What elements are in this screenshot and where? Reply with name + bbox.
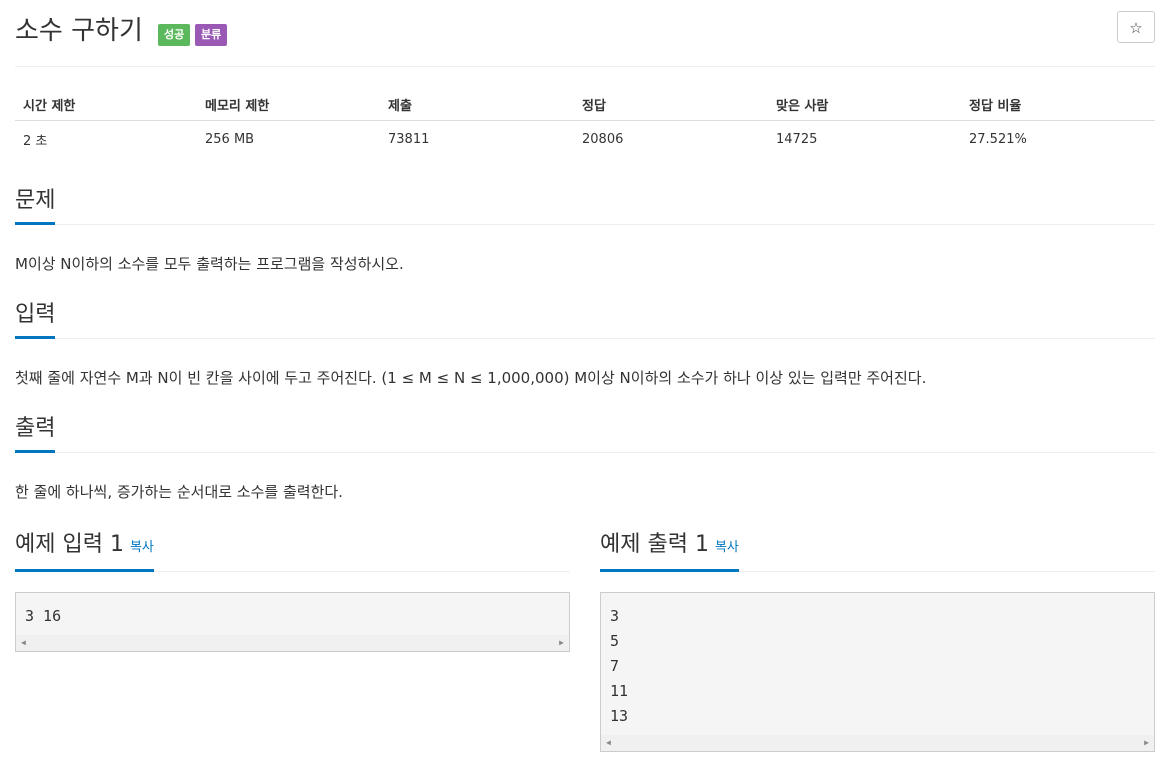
favorite-star-button[interactable]: ☆	[1117, 11, 1155, 43]
sample-input-title: 예제 입력 1	[15, 532, 124, 557]
output-description-text: 한 줄에 하나씩, 증가하는 순서대로 소수를 출력한다.	[15, 483, 343, 501]
sample-output-lines: 3 5 7 11 13	[601, 593, 1154, 729]
info-header-accepted: 정답	[574, 88, 768, 121]
sample-input-line: 3 16	[25, 607, 62, 625]
info-value-accepted: 20806	[582, 131, 624, 147]
info-header-accept-ratio: 정답 비율	[961, 88, 1155, 121]
problem-description-text: M이상 N이하의 소수를 모두 출력하는 프로그램을 작성하시오.	[15, 255, 404, 273]
sample-output-title: 예제 출력 1	[600, 532, 709, 557]
info-value-submissions: 73811	[388, 131, 430, 147]
problem-description-header: 문제	[15, 186, 1155, 225]
output-description-heading: 출력	[15, 414, 56, 453]
star-icon: ☆	[1129, 19, 1143, 37]
info-header-submissions: 제출	[380, 88, 574, 121]
info-value-time-limit: 2 초	[23, 133, 48, 149]
classification-badge[interactable]: 분류	[195, 24, 228, 46]
title-row: 소수 구하기 성공 분류 ☆	[15, 0, 1155, 67]
sample-input-header: 예제 입력 1 복사	[15, 530, 570, 572]
info-value-solved-users: 14725	[776, 131, 818, 147]
input-description-heading: 입력	[15, 300, 56, 339]
problem-info-table: 시간 제한 메모리 제한 제출 정답 맞은 사람 정답 비율 2 초 256 M…	[15, 88, 1155, 157]
info-value-memory-limit: 256 MB	[205, 131, 255, 147]
scroll-right-arrow-icon[interactable]: ▶	[559, 638, 564, 647]
success-badge[interactable]: 성공	[158, 24, 191, 46]
info-value-row: 2 초 256 MB 73811 20806 14725 27.521%	[15, 121, 1155, 158]
sample-output-line: 3	[610, 607, 620, 625]
input-description-text: 첫째 줄에 자연수 M과 N이 빈 칸을 사이에 두고 주어진다. (1 ≤ M…	[15, 369, 927, 387]
problem-page: 소수 구하기 성공 분류 ☆ 시간 제한 메모리 제한 제출 정답 맞은 사람 …	[15, 0, 1155, 752]
problem-title: 소수 구하기	[15, 16, 143, 46]
info-header-time-limit: 시간 제한	[15, 88, 197, 121]
sample-output-line: 13	[610, 707, 629, 725]
info-value-accept-ratio: 27.521%	[969, 131, 1027, 147]
scroll-right-arrow-icon[interactable]: ▶	[1144, 738, 1149, 747]
sample-output-line: 5	[610, 632, 620, 650]
sample-input-heading: 예제 입력 1 복사	[15, 530, 154, 572]
sample-output-copy-button[interactable]: 복사	[715, 540, 739, 555]
sample-input-lines: 3 16	[16, 593, 569, 629]
scroll-left-arrow-icon[interactable]: ◀	[21, 638, 26, 647]
scroll-left-arrow-icon[interactable]: ◀	[606, 738, 611, 747]
sample-input-box[interactable]: 3 16 ◀ ▶	[15, 592, 570, 652]
sample-output-scrollbar[interactable]: ◀ ▶	[601, 735, 1154, 751]
input-description-header: 입력	[15, 300, 1155, 339]
sample-output-heading: 예제 출력 1 복사	[600, 530, 739, 572]
output-description-header: 출력	[15, 414, 1155, 453]
sample-output-line: 7	[610, 657, 620, 675]
sample-output-header: 예제 출력 1 복사	[600, 530, 1155, 572]
problem-description-heading: 문제	[15, 186, 56, 225]
sample-input-copy-button[interactable]: 복사	[130, 540, 154, 555]
info-header-solved-users: 맞은 사람	[768, 88, 961, 121]
info-header-memory-limit: 메모리 제한	[197, 88, 380, 121]
info-header-row: 시간 제한 메모리 제한 제출 정답 맞은 사람 정답 비율	[15, 88, 1155, 121]
sample-output-line: 11	[610, 682, 629, 700]
sample-input-scrollbar[interactable]: ◀ ▶	[16, 635, 569, 651]
sample-output-box[interactable]: 3 5 7 11 13 ◀ ▶	[600, 592, 1155, 752]
